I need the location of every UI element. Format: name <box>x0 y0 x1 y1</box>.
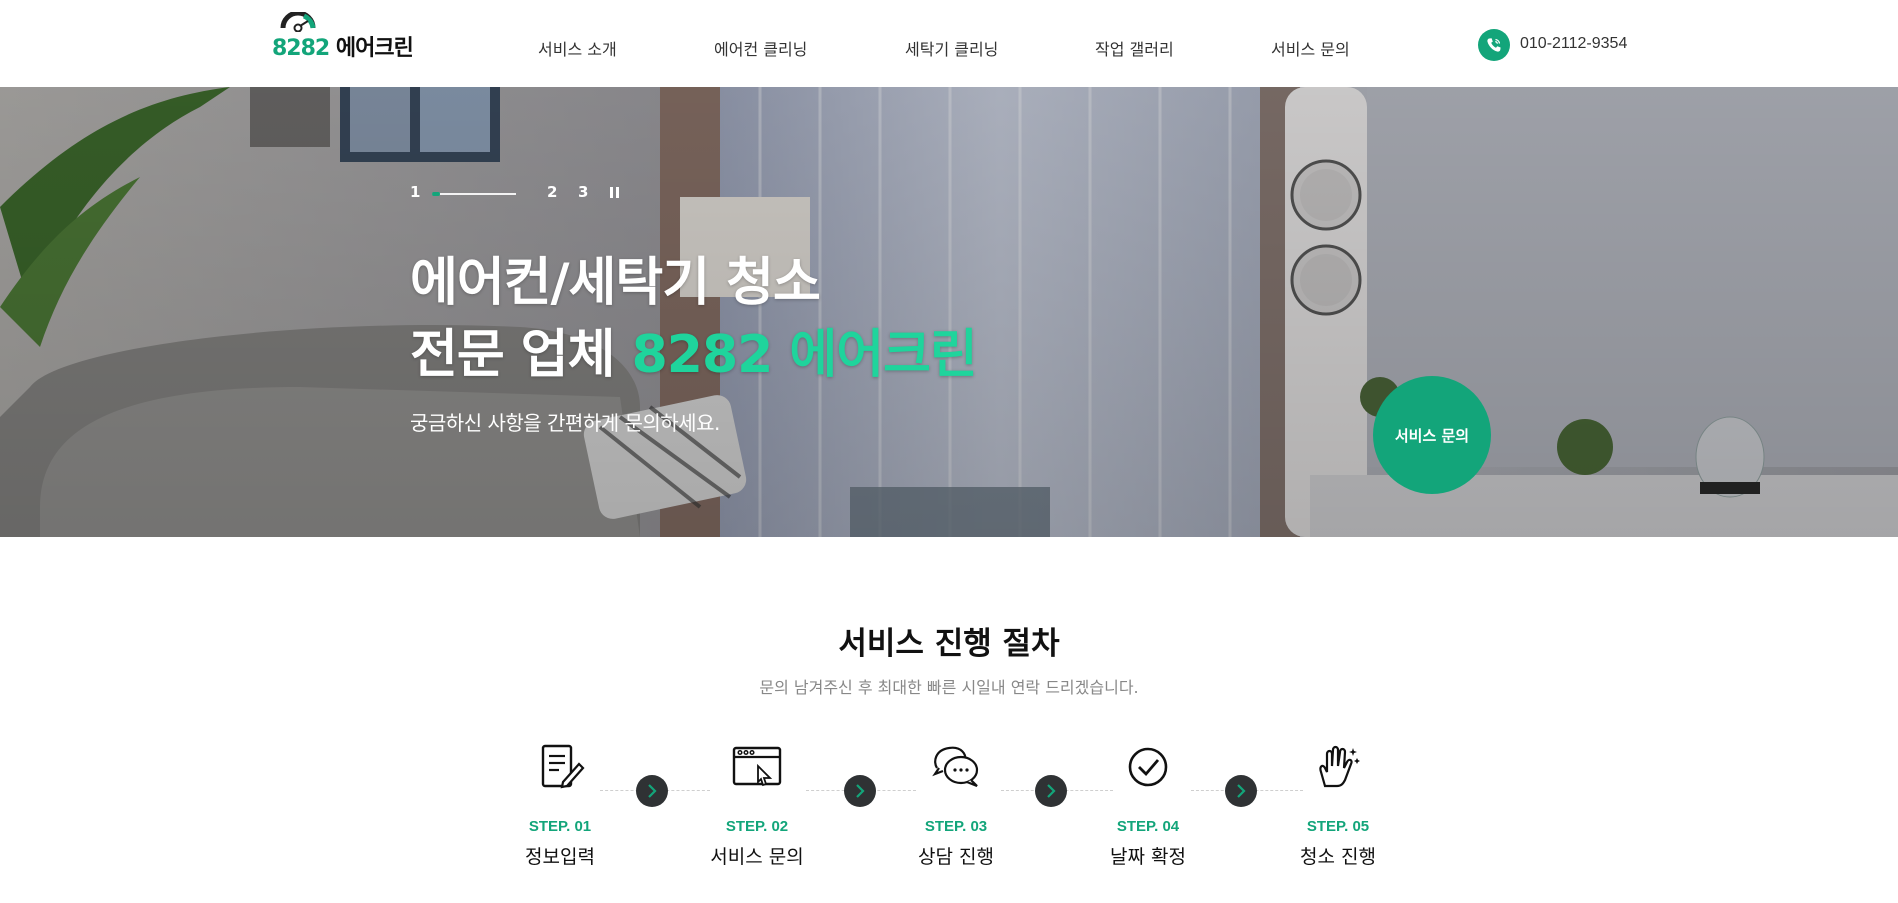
hero-subtitle: 궁금하신 사항을 간편하게 문의하세요. <box>410 411 720 435</box>
check-circle-icon <box>1128 747 1168 787</box>
step-name: 청소 진행 <box>1300 846 1376 868</box>
nav-item-service-inquiry[interactable]: 서비스 문의 <box>1271 36 1350 60</box>
logo-name: 에어크린 <box>335 36 414 61</box>
chevron-right-icon <box>1225 775 1257 807</box>
step-label: STEP. 03 <box>924 818 988 835</box>
logo[interactable]: 8282 에어크린 <box>272 12 414 62</box>
step-label: STEP. 04 <box>1116 818 1180 835</box>
step-name: 정보입력 <box>525 846 595 868</box>
hero-title: 에어컨/세탁기 청소 전문 업체 8282 에어크린 <box>410 247 1310 391</box>
hero-title-line2: 전문 업체 8282 에어크린 <box>410 319 1310 391</box>
step-name: 상담 진행 <box>918 846 994 868</box>
nav-item-gallery[interactable]: 작업 갤러리 <box>1095 36 1174 60</box>
phone-number: 010-2112-9354 <box>1520 35 1628 52</box>
slide-2-indicator[interactable]: 2 <box>547 183 557 201</box>
phone-icon <box>1478 29 1510 61</box>
hero-title-highlight: 8282 에어크린 <box>631 325 978 385</box>
nav-item-service-intro[interactable]: 서비스 소개 <box>538 36 617 60</box>
process-section-subtitle: 문의 남겨주신 후 최대한 빠른 시일내 연락 드리겠습니다. <box>759 678 1139 697</box>
hero-banner: 1 2 3 에어컨/세탁기 청소 전문 업체 8282 에어크린 궁금하신 사항… <box>0 87 1898 537</box>
chevron-right-icon <box>844 775 876 807</box>
nav-item-washer-cleaning[interactable]: 세탁기 클리닝 <box>905 36 998 60</box>
process-section-title: 서비스 진행 절차 <box>838 626 1060 662</box>
slide-progress-fill <box>432 192 441 196</box>
step-label: STEP. 01 <box>528 818 592 835</box>
process-step-1: STEP. 01 정보입력 <box>490 742 630 868</box>
process-step-5: STEP. 05 청소 진행 <box>1268 742 1408 868</box>
hero-title-line1: 에어컨/세탁기 청소 <box>410 253 821 313</box>
process-step-3: STEP. 03 상담 진행 <box>886 742 1026 868</box>
slide-progress-bar <box>432 192 516 196</box>
cleaning-hand-icon <box>1319 745 1360 788</box>
gauge-logo-icon <box>280 12 316 32</box>
step-name: 날짜 확정 <box>1110 846 1186 868</box>
chevron-right-icon <box>636 775 668 807</box>
site-header: 8282 에어크린 서비스 소개 에어컨 클리닝 세탁기 클리닝 작업 갤러리 … <box>0 0 1898 87</box>
chevron-right-icon <box>1035 775 1067 807</box>
nav-item-aircon-cleaning[interactable]: 에어컨 클리닝 <box>714 36 807 60</box>
process-step-2: STEP. 02 서비스 문의 <box>687 742 827 868</box>
pause-icon[interactable] <box>610 187 620 198</box>
document-edit-icon <box>541 744 585 789</box>
browser-cursor-icon <box>732 746 782 787</box>
chat-bubbles-icon <box>932 746 979 788</box>
step-name: 서비스 문의 <box>710 846 804 868</box>
step-label: STEP. 02 <box>725 818 789 835</box>
step-label: STEP. 05 <box>1306 818 1370 835</box>
slide-1-indicator[interactable]: 1 <box>410 183 420 201</box>
service-inquiry-cta-button[interactable]: 서비스 문의 <box>1373 376 1491 494</box>
slide-3-indicator[interactable]: 3 <box>578 183 588 201</box>
logo-text: 8282 에어크린 <box>272 30 414 62</box>
hero-title-prefix: 전문 업체 <box>410 325 632 385</box>
logo-number: 8282 <box>272 36 330 61</box>
process-step-4: STEP. 04 날짜 확정 <box>1078 742 1218 868</box>
